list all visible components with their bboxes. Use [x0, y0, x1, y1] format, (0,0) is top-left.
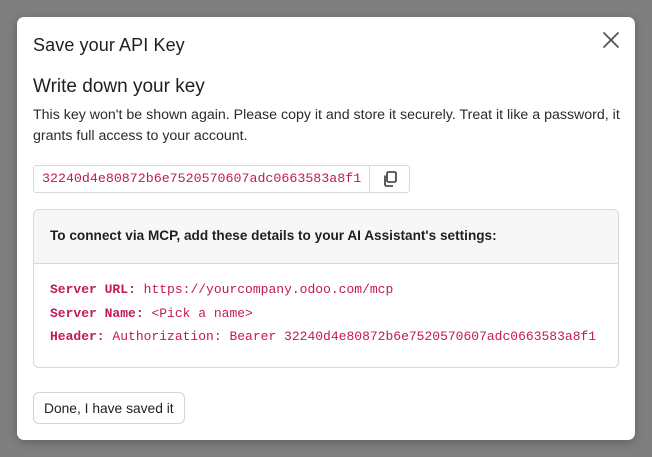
server-url-label: Server URL: — [50, 282, 136, 297]
server-name-value[interactable]: <Pick a name> — [151, 306, 252, 321]
done-button[interactable]: Done, I have saved it — [33, 392, 185, 424]
server-url-row: Server URL: https://yourcompany.odoo.com… — [50, 278, 602, 302]
mcp-card-body: Server URL: https://yourcompany.odoo.com… — [34, 264, 618, 349]
api-key-value[interactable]: 32240d4e80872b6e7520570607adc0663583a8f1 — [34, 166, 371, 192]
header-row: Header: Authorization: Bearer 32240d4e80… — [50, 325, 602, 349]
mcp-card-header: To connect via MCP, add these details to… — [34, 210, 618, 264]
section-title: Write down your key — [33, 76, 205, 97]
api-key-field: 32240d4e80872b6e7520570607adc0663583a8f1 — [33, 165, 411, 193]
server-name-row: Server Name: <Pick a name> — [50, 302, 602, 326]
server-url-value[interactable]: https://yourcompany.odoo.com/mcp — [144, 282, 394, 297]
copy-icon — [383, 171, 397, 187]
dialog-title: Save your API Key — [33, 35, 185, 55]
close-button[interactable] — [601, 30, 621, 50]
api-key-dialog: Save your API Key Write down your key Th… — [17, 17, 635, 440]
key-warning-text: This key won't be shown again. Please co… — [33, 107, 620, 144]
header-value[interactable]: Authorization: Bearer 32240d4e80872b6e75… — [112, 329, 596, 344]
close-icon — [603, 32, 619, 48]
header-label: Header: — [50, 329, 105, 344]
copy-button[interactable] — [370, 166, 409, 192]
server-name-label: Server Name: — [50, 305, 144, 321]
mcp-details-card: To connect via MCP, add these details to… — [33, 209, 619, 368]
